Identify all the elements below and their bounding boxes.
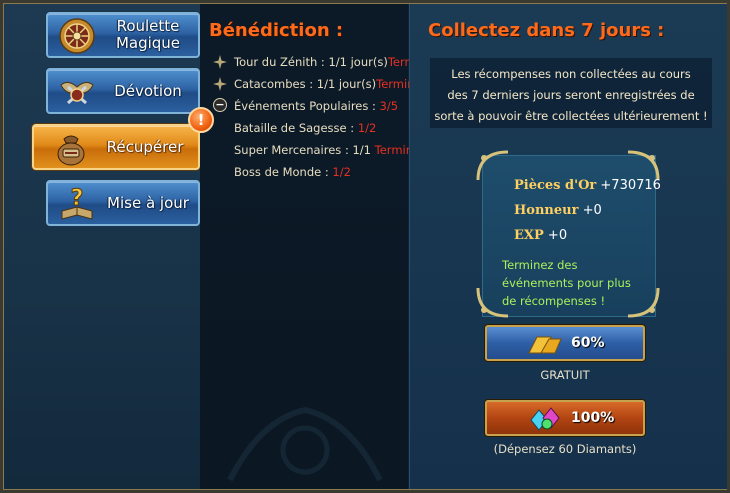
bene-label: Boss de Monde : [234,165,333,179]
bene-label: Bataille de Sagesse : [234,121,358,135]
treasure-bag-icon [57,135,85,166]
nav-recuperer-label: Récupérer [106,137,184,156]
info-line: des 7 derniers jours seront enregistrées… [447,88,695,102]
bene-progress: 3/5 [379,99,399,113]
nav-roulette-label: Roulette Magique [115,17,181,52]
reward-name: EXP [514,228,544,243]
nav-mise-a-jour-label: Mise à jour [107,193,189,212]
reward-value: +0 [582,203,602,218]
benediction-title: Bénédiction : [209,20,344,41]
collapse-icon[interactable]: − [213,98,227,112]
bene-label: Événements Populaires : [234,99,380,113]
sparkle-icon [213,77,227,91]
info-line: Les récompenses non collectées au cours [451,67,691,81]
gold-bars-icon [528,336,562,354]
nav-devotion-label: Dévotion [114,81,182,100]
bene-progress: 1/1 jour(s) [316,77,377,91]
bene-progress: 1/1 jour(s) [328,55,388,69]
encourage-text: Terminez des événements pour plus de réc… [502,256,652,310]
encourage-line: de récompenses ! [502,294,606,308]
collect-free-button[interactable]: 60% [485,325,645,361]
reward-name: Honneur [514,203,579,218]
info-line: sorte à pouvoir être collectées ultérieu… [434,109,708,123]
paid-percent: 100% [571,410,615,426]
alert-badge[interactable]: ! [188,107,214,133]
nav-devotion-button[interactable]: Dévotion [46,68,200,114]
nav-recuperer-button[interactable]: Récupérer [32,124,200,170]
svg-text:?: ? [71,186,84,211]
encourage-line: Terminez des [502,258,578,272]
reward-honor: Honneur +0 [514,203,602,218]
paid-caption: (Dépensez 60 Diamants) [493,442,637,456]
sparkle-icon [213,55,227,69]
bene-label: Tour du Zénith : [234,55,329,69]
reward-exp: EXP +0 [514,228,567,243]
reward-value: +0 [547,228,568,243]
bene-label: Super Mercenaires : [234,143,353,157]
reward-name: Pièces d'Or [514,178,597,193]
encourage-line: événements pour plus [502,276,631,290]
reward-gold: Pièces d'Or +730716 [514,178,661,193]
bene-progress: 1/2 [332,165,351,179]
collect-paid-button[interactable]: 100% [485,400,645,436]
gems-icon [530,407,560,431]
free-caption: GRATUIT [540,368,590,382]
bene-label: Catacombes : [234,77,317,91]
ornament-corner-icon [476,150,509,181]
collect-title: Collectez dans 7 jours : [428,20,665,41]
crest-watermark-icon [227,406,383,482]
ornament-corner-icon [627,150,660,181]
info-text: Les récompenses non collectées au cours … [430,64,712,127]
reward-value: +730716 [600,178,661,193]
nav-mise-a-jour-button[interactable]: ? Mise à jour [46,180,200,226]
roulette-wheel-icon [59,18,95,54]
winged-emblem-icon [60,81,94,105]
free-percent: 60% [571,335,605,351]
bene-progress: 1/1 [352,143,371,157]
nav-roulette-magique-button[interactable]: Roulette Magique [46,12,200,58]
question-book-icon: ? [61,186,93,220]
bene-progress: 1/2 [357,121,377,135]
